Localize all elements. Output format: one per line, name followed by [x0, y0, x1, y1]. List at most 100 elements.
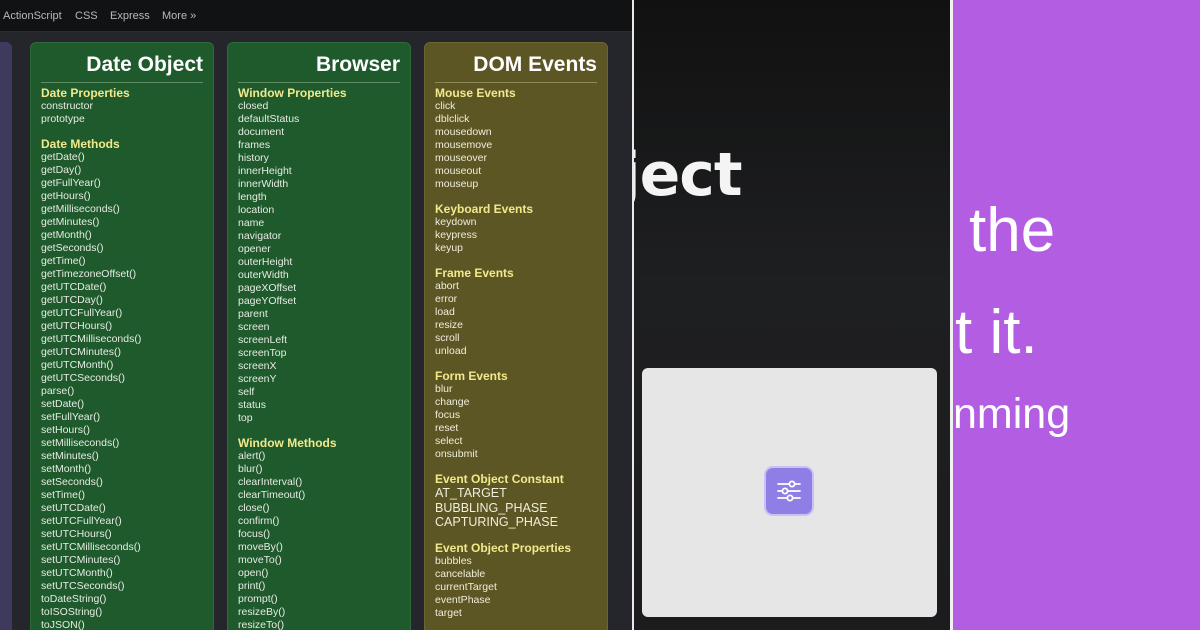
section-heading: Frame Events — [435, 266, 514, 280]
list-item: mouseover — [435, 152, 487, 164]
list-item: setUTCMilliseconds() — [41, 541, 141, 553]
list-item: length — [238, 191, 267, 203]
section: Window Properties closed defaultStatus docu… — [238, 86, 404, 425]
list-item: resizeTo() — [238, 619, 285, 630]
list-item: getMilliseconds() — [41, 203, 120, 215]
date-object-title: Date Object — [86, 53, 203, 76]
list-item: currentTarget — [435, 580, 497, 593]
list-item: prompt() — [238, 593, 278, 605]
list-item: parse() — [41, 385, 75, 397]
list-item: resize — [435, 319, 464, 331]
list-item: getUTCDay() — [41, 294, 103, 306]
list-item: AT_TARGET — [435, 486, 507, 500]
list-item: getUTCHours() — [41, 320, 113, 332]
list-item: pageXOffset — [238, 282, 297, 294]
list-item: screen — [238, 321, 270, 333]
list-item: history — [238, 152, 269, 164]
list-item: setTime() — [41, 489, 85, 501]
section-heading: Form Events — [435, 369, 508, 383]
settings-card — [642, 368, 937, 617]
browser-title: Browser — [315, 53, 400, 76]
headline-line-1: the — [969, 196, 1056, 265]
adjust-settings-button[interactable] — [764, 466, 814, 516]
list-item: abort — [435, 280, 459, 292]
list-item: getUTCFullYear() — [41, 307, 123, 319]
list-item: getUTCDate() — [41, 281, 107, 293]
list-item: eventPhase — [435, 593, 491, 606]
list-item: dblclick — [435, 113, 470, 125]
list-item: setUTCFullYear() — [41, 515, 122, 527]
nav-link-actionscript[interactable]: ActionScript — [3, 10, 62, 22]
middle-heading: ject — [632, 140, 743, 210]
list-item: frames — [238, 139, 271, 151]
list-item: setSeconds() — [41, 476, 103, 488]
list-item: unload — [435, 345, 467, 357]
list-item: error — [435, 293, 458, 305]
list-item: setUTCSeconds() — [41, 580, 125, 592]
list-item: change — [435, 396, 470, 408]
top-navigation: ActionScript CSS Express More » — [0, 0, 632, 32]
list-item: toJSON() — [41, 619, 85, 630]
section: Event Object Properties bubbles cancelable… — [435, 541, 601, 620]
nav-link-more[interactable]: More » — [162, 10, 196, 22]
section-heading: Event Object Constant — [435, 472, 564, 486]
list-item: close() — [238, 502, 270, 514]
list-item: getTime() — [41, 255, 86, 267]
list-item: status — [238, 399, 267, 411]
list-item: CAPTURING_PHASE — [435, 515, 558, 529]
list-item: getUTCMinutes() — [41, 346, 121, 358]
list-item: getFullYear() — [41, 177, 101, 189]
list-item: toDateString() — [41, 593, 107, 605]
list-item: innerHeight — [238, 165, 292, 177]
list-item: outerWidth — [238, 269, 289, 281]
section: Window Methods alert() blur() clearInterval… — [238, 436, 404, 630]
nav-link-express[interactable]: Express — [110, 10, 150, 22]
dom-events-body: Mouse Events click dblclick mousedown mousem… — [435, 86, 601, 620]
list-item: onsubmit — [435, 448, 478, 460]
section-heading: Mouse Events — [435, 86, 516, 100]
list-item: parent — [238, 308, 268, 320]
list-item: top — [238, 412, 253, 424]
list-item: setUTCDate() — [41, 502, 106, 514]
headline-line-2: t it. — [955, 298, 1038, 367]
list-item: keypress — [435, 229, 478, 241]
list-item: getUTCSeconds() — [41, 372, 126, 384]
list-item: open() — [238, 567, 269, 579]
list-item: moveTo() — [238, 554, 282, 566]
list-item: scroll — [435, 332, 460, 344]
list-item: setHours() — [41, 424, 91, 436]
list-item: alert() — [238, 450, 266, 462]
section: Mouse Events click dblclick mousedown mousem… — [435, 86, 601, 191]
section-heading: Date Methods — [41, 137, 120, 151]
list-item: setUTCHours() — [41, 528, 112, 540]
section-heading: Event Object Properties — [435, 540, 572, 555]
date-object-body: Date Properties constructor prototype Date … — [41, 86, 207, 630]
subheadline: nming — [953, 390, 1071, 438]
list-item: BUBBLING_PHASE — [435, 500, 548, 515]
nav-link-css[interactable]: CSS — [75, 10, 98, 22]
list-item: cancelable — [435, 567, 486, 580]
browser-body: Window Properties closed defaultStatus docu… — [238, 86, 404, 630]
list-item: resizeBy() — [238, 606, 286, 618]
list-item: target — [435, 606, 462, 619]
list-item: setDate() — [41, 398, 85, 410]
list-item: load — [435, 306, 455, 318]
section: Event Object Constant AT_TARGET BUBBLING_P… — [435, 472, 601, 530]
list-item: constructor — [41, 100, 93, 112]
list-item: click — [435, 100, 456, 112]
section-heading: Date Properties — [41, 86, 130, 100]
list-item: blur — [435, 383, 453, 395]
sliders-icon — [777, 480, 801, 502]
section: Keyboard Events keydown keypress keyup — [435, 202, 601, 255]
list-item: navigator — [238, 230, 282, 242]
list-item: clearInterval() — [238, 476, 303, 488]
list-item: opener — [238, 243, 271, 255]
section: Frame Events abort error load resize scroll un… — [435, 266, 601, 358]
list-item: keydown — [435, 216, 477, 228]
list-item: screenY — [238, 373, 277, 385]
list-item: blur() — [238, 463, 263, 475]
list-item: setMinutes() — [41, 450, 99, 462]
list-item: closed — [238, 100, 269, 112]
section-heading: Window Properties — [238, 86, 347, 100]
list-item: defaultStatus — [238, 113, 300, 125]
